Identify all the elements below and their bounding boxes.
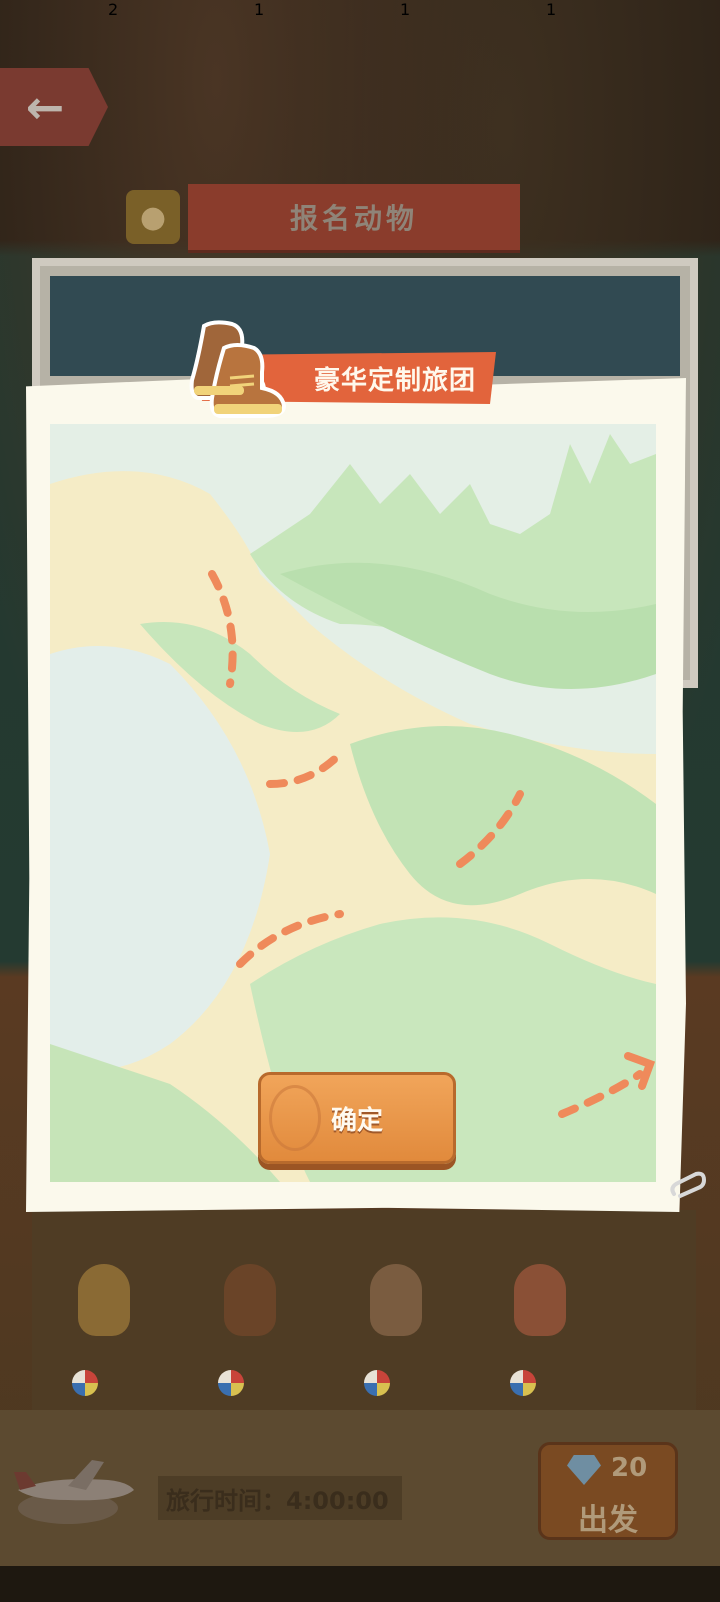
depart-label: 出发 [578,1503,638,1538]
animal-count: 2 [108,0,119,19]
arrow-left-icon: ← [25,80,65,134]
animal-rabbit[interactable] [356,1250,436,1350]
depart-button[interactable]: 20 出发 [538,1442,678,1540]
bottom-edge [0,1566,720,1602]
travel-time: 旅行时间：4:00:00 [158,1476,402,1520]
page-title-tag: 报名动物 [188,184,520,253]
confirm-label: 确定 [330,1105,383,1136]
map-pin-icon: ● [126,190,180,244]
animal-shiba[interactable] [64,1250,144,1350]
animal-count: 1 [546,0,557,19]
animal-count: 1 [400,0,411,19]
airplane-icon [8,1446,140,1532]
gem-cost: 20 [611,1453,648,1483]
confirm-button[interactable]: 确定 [258,1072,456,1164]
diamond-icon [567,1455,601,1485]
animal-mouse-girl[interactable] [500,1250,580,1350]
beach-ball-icon [218,1370,244,1396]
beach-ball-icon [510,1370,536,1396]
paper-clip-icon [668,1170,708,1202]
animal-bear[interactable] [210,1250,290,1350]
wood-grain-decoration [269,1085,321,1151]
beach-ball-icon [72,1370,98,1396]
boots-icon [184,318,292,422]
beach-ball-icon [364,1370,390,1396]
back-button[interactable]: ← [0,68,108,146]
tour-title: 豪华定制旅团 [313,365,476,396]
animal-count: 1 [254,0,265,19]
page-title: 报名动物 [289,202,418,235]
tour-map [50,424,656,1182]
